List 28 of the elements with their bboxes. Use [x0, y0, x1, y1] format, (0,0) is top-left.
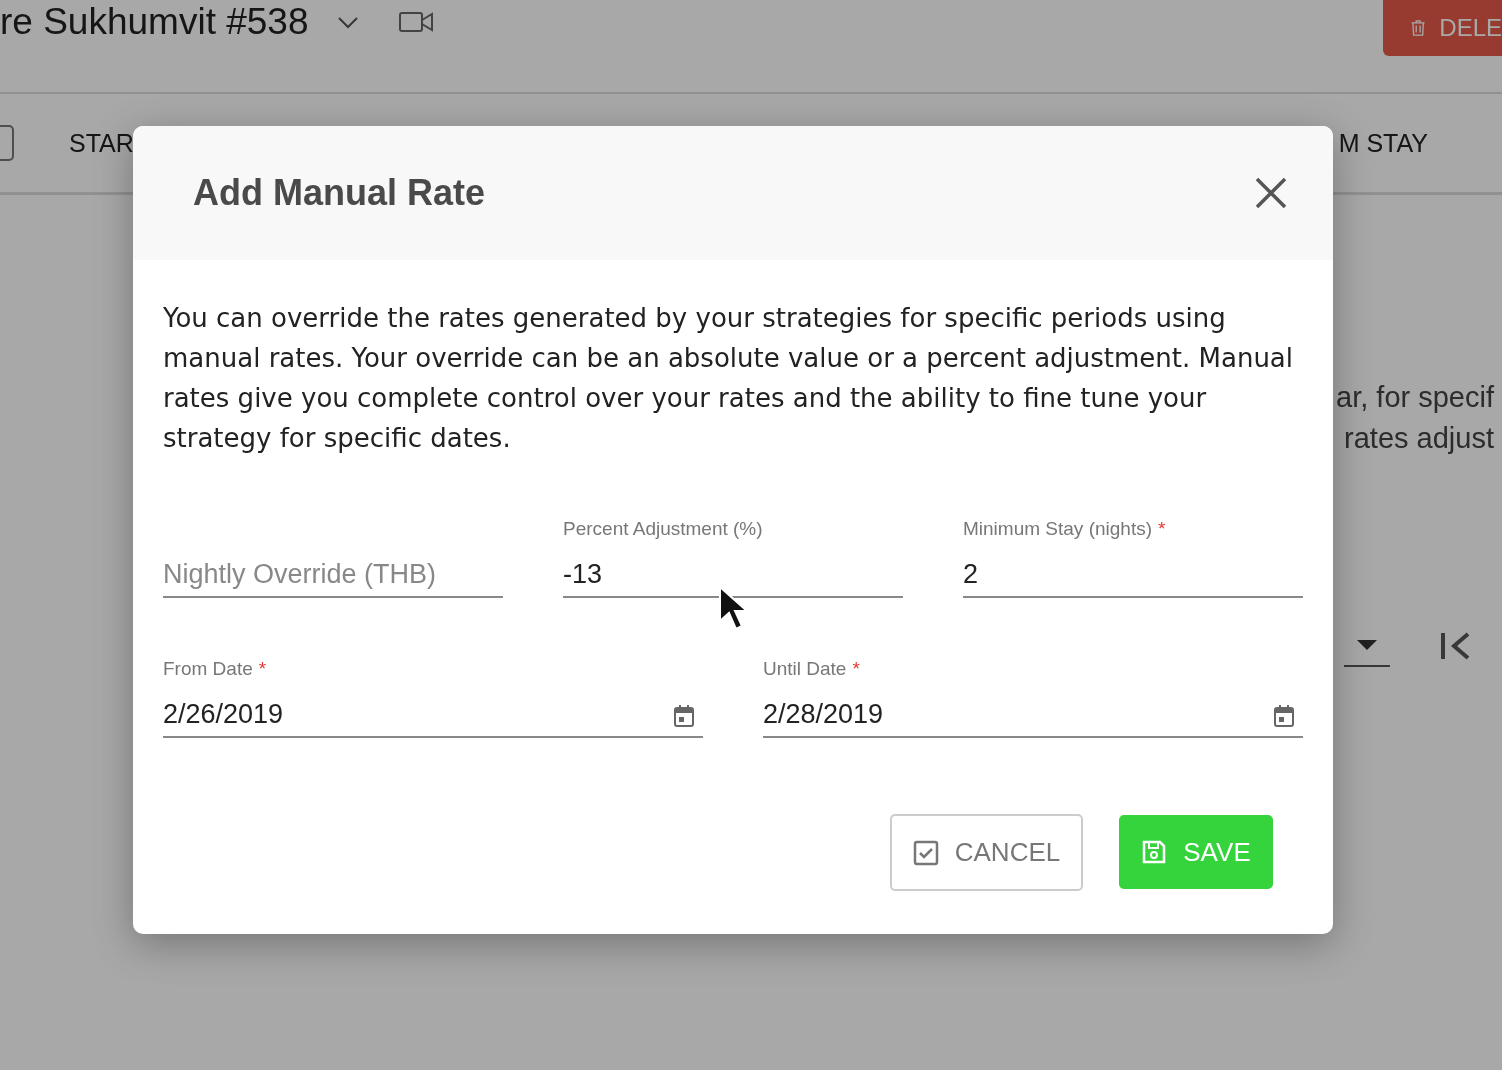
dialog-title: Add Manual Rate [193, 172, 486, 214]
field-label: Percent Adjustment (%) [563, 518, 763, 541]
date-field[interactable]: 2/26/2019 [163, 692, 703, 738]
info-text: ar, for specif [1336, 381, 1494, 414]
caret-down-icon [1357, 640, 1377, 650]
field-label: From Date [163, 658, 253, 681]
required-mark: * [852, 658, 860, 681]
checkbox[interactable] [0, 125, 14, 161]
first-page-icon[interactable] [1440, 631, 1472, 661]
column-header: M STAY [1338, 128, 1428, 158]
field-label: Minimum Stay (nights) [963, 518, 1152, 541]
cancel-button[interactable]: CANCEL [890, 814, 1083, 891]
info-text: rates adjust [1344, 422, 1494, 455]
calendar-icon[interactable] [1273, 704, 1295, 728]
field-label: Until Date [763, 658, 847, 681]
required-mark: * [258, 658, 267, 681]
close-icon[interactable] [1253, 175, 1289, 211]
input-field[interactable]: 2 [963, 552, 1303, 598]
video-camera-icon[interactable] [398, 11, 433, 33]
dialog-description: You can override the rates generated by your strategies for specific periods using manual rates. Your override can be an absolute value or a percent adjustment. Manual rates give you complete control over your rates and the ability to fine tune your strategy for specific dates. [163, 302, 1295, 455]
checkbox-icon [912, 839, 939, 866]
date-field[interactable]: 2/28/2019 [763, 692, 1303, 738]
required-mark: * [1158, 518, 1166, 541]
input-field[interactable]: Nightly Override (THB) [163, 552, 503, 598]
column-header: STAR [69, 128, 134, 158]
chevron-down-icon[interactable] [336, 15, 359, 29]
property-title: re Sukhumvit #538 [0, 1, 309, 43]
calendar-icon[interactable] [673, 704, 695, 728]
